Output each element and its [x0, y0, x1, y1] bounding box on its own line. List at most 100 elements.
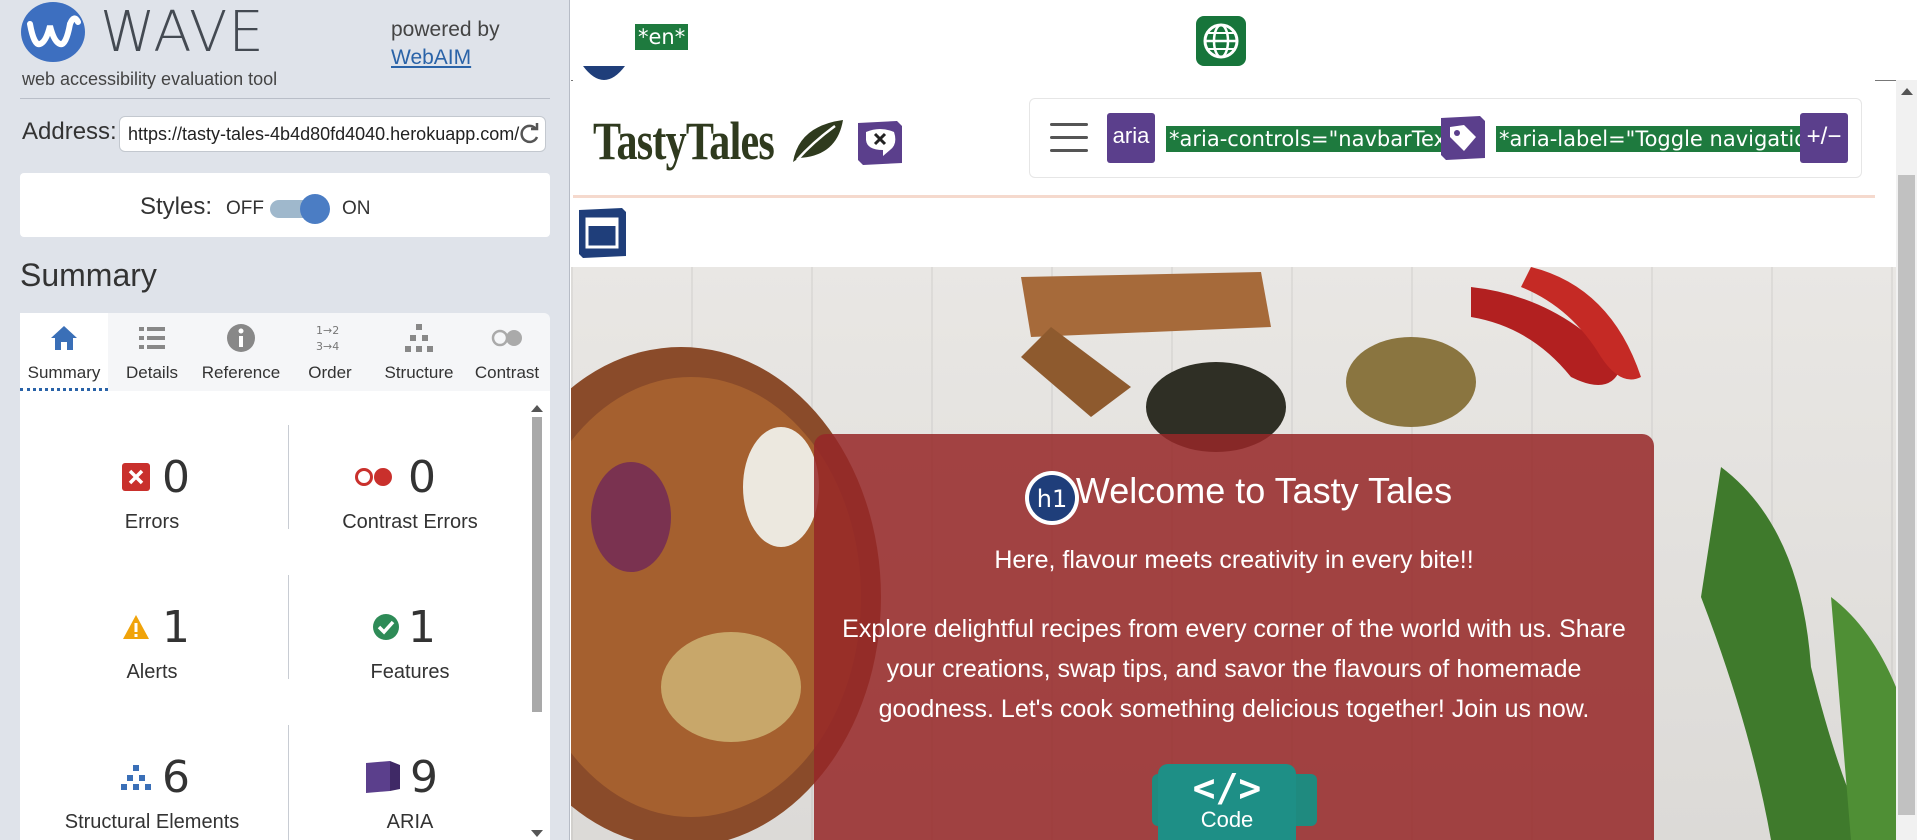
region-icon[interactable]	[576, 206, 628, 260]
alert-close-icon[interactable]	[855, 118, 905, 168]
contrast-icon	[491, 329, 522, 347]
page-scroll-up-arrow[interactable]	[1901, 88, 1913, 95]
order-icon: 1→2 3→4	[316, 324, 339, 353]
structural-count: 6	[162, 752, 190, 803]
divider	[20, 98, 550, 99]
tab-structure[interactable]: Structure	[374, 313, 464, 391]
features-stat[interactable]: 1 Features	[290, 601, 530, 684]
alerts-count: 1	[162, 602, 190, 653]
site-navbar: TastyTales aria *aria-controls="navbarTe…	[573, 80, 1875, 198]
page-scrollbar[interactable]	[1896, 80, 1917, 840]
contrast-errors-count: 0	[408, 452, 436, 503]
hero-card: h1 Welcome to Tasty Tales Here, flavour …	[814, 434, 1654, 840]
tab-summary[interactable]: Summary	[20, 313, 108, 391]
hamburger-icon	[1050, 123, 1088, 153]
aria-stat[interactable]: 9 ARIA	[290, 751, 530, 834]
contrast-errors-stat[interactable]: 0 Contrast Errors	[290, 451, 530, 534]
hero-section: h1 Welcome to Tasty Tales Here, flavour …	[571, 267, 1896, 840]
feature-check-icon	[373, 614, 399, 640]
language-feature-badge[interactable]	[1196, 16, 1246, 66]
errors-count: 0	[162, 452, 190, 503]
wave-tagline: web accessibility evaluation tool	[22, 69, 278, 89]
structural-label: Structural Elements	[64, 811, 240, 833]
reload-icon[interactable]	[516, 120, 542, 148]
summary-scrollbar[interactable]	[527, 405, 547, 840]
code-icon: </>	[1192, 766, 1262, 810]
page-scroll-thumb[interactable]	[1898, 175, 1915, 815]
info-icon	[227, 324, 255, 352]
aria-badge[interactable]: aria	[1107, 113, 1155, 163]
navbar-toggler[interactable]: aria *aria-controls="navbarText"* *aria-…	[1029, 98, 1862, 178]
tab-order[interactable]: 1→2 3→4 Order	[286, 313, 374, 391]
toggle-knob	[300, 194, 330, 224]
errors-label: Errors	[124, 511, 180, 533]
tag-label-icon[interactable]	[1438, 113, 1486, 163]
tab-contrast[interactable]: Contrast	[464, 313, 550, 391]
contrast-errors-label: Contrast Errors	[342, 511, 478, 533]
wave-sidebar: WAVE web accessibility evaluation tool p…	[0, 0, 570, 840]
tab-label: Structure	[384, 363, 454, 382]
svg-text:1→2: 1→2	[316, 324, 339, 337]
tab-label: Order	[308, 363, 352, 382]
address-input[interactable]: https://tasty-tales-4b4d80fd4040.herokua…	[119, 116, 546, 152]
tab-details[interactable]: Details	[108, 313, 196, 391]
tab-bar: Summary Details Reference 1→2 3→4 Order …	[20, 313, 550, 391]
alerts-label: Alerts	[126, 661, 178, 683]
wave-logo-icon	[21, 2, 85, 62]
tab-label: Summary	[27, 363, 101, 382]
styles-toggle[interactable]	[270, 194, 330, 224]
contrast-error-icon	[355, 468, 392, 486]
styles-on-label: ON	[342, 198, 371, 219]
structural-stat[interactable]: 6 Structural Elements	[32, 751, 272, 834]
powered-by: powered by WebAIM	[391, 16, 500, 72]
webaim-link[interactable]: WebAIM	[391, 44, 500, 72]
aria-icon	[366, 761, 400, 793]
tab-label: Details	[126, 363, 178, 382]
list-icon	[139, 327, 165, 349]
brand-logo[interactable]: TastyTales	[593, 110, 775, 172]
features-count: 1	[408, 602, 436, 653]
hero-title: Welcome to Tasty Tales	[1075, 470, 1453, 511]
expand-collapse-badge[interactable]: +/−	[1800, 113, 1848, 163]
hero-description: Explore delightful recipes from every co…	[842, 615, 1626, 723]
aria-label-tag: *aria-label="Toggle navigation"*	[1496, 126, 1844, 152]
powered-by-label: powered by	[391, 18, 500, 41]
scroll-down-arrow[interactable]	[531, 830, 543, 837]
globe-icon	[1203, 23, 1239, 59]
home-icon	[51, 326, 77, 350]
errors-stat[interactable]: 0 Errors	[32, 451, 272, 534]
tab-label: Reference	[201, 363, 281, 382]
aria-badge-label: aria	[1112, 123, 1150, 148]
scroll-up-arrow[interactable]	[531, 405, 543, 412]
code-badge[interactable]: </> Code	[1158, 764, 1296, 840]
wave-logo-text: WAVE	[100, 0, 265, 65]
alert-icon	[123, 615, 149, 639]
divider	[288, 575, 289, 679]
structure-icon	[121, 765, 151, 790]
lang-tag: *en*	[635, 24, 689, 50]
alerts-stat[interactable]: 1 Alerts	[32, 601, 272, 684]
address-label: Address:	[22, 118, 117, 145]
hero-subtitle: Here, flavour meets creativity in every …	[994, 546, 1474, 574]
aria-label: ARIA	[386, 811, 434, 833]
leaf-icon	[793, 120, 843, 162]
aria-controls-tag: *aria-controls="navbarText"*	[1166, 126, 1478, 152]
summary-heading: Summary	[20, 257, 157, 293]
structure-icon	[405, 324, 433, 352]
plusminus-label: +/−	[1806, 123, 1842, 150]
code-label: Code	[1200, 807, 1254, 832]
features-label: Features	[370, 661, 450, 683]
divider	[288, 425, 289, 529]
tab-label: Contrast	[474, 363, 540, 382]
error-icon	[122, 463, 150, 491]
styles-panel: Styles: OFF ON	[20, 173, 550, 237]
page-preview: *en* TastyTales aria *aria-controls="nav…	[571, 0, 1917, 840]
styles-off-label: OFF	[226, 198, 264, 219]
divider	[288, 725, 289, 840]
aria-count: 9	[410, 752, 438, 803]
tab-reference[interactable]: Reference	[196, 313, 286, 391]
scroll-thumb[interactable]	[532, 417, 542, 712]
styles-label: Styles:	[140, 193, 213, 220]
svg-text:3→4: 3→4	[316, 340, 339, 353]
summary-panel: 0 Errors 0 Contrast Errors 1 Alerts 1 Fe…	[20, 391, 550, 840]
